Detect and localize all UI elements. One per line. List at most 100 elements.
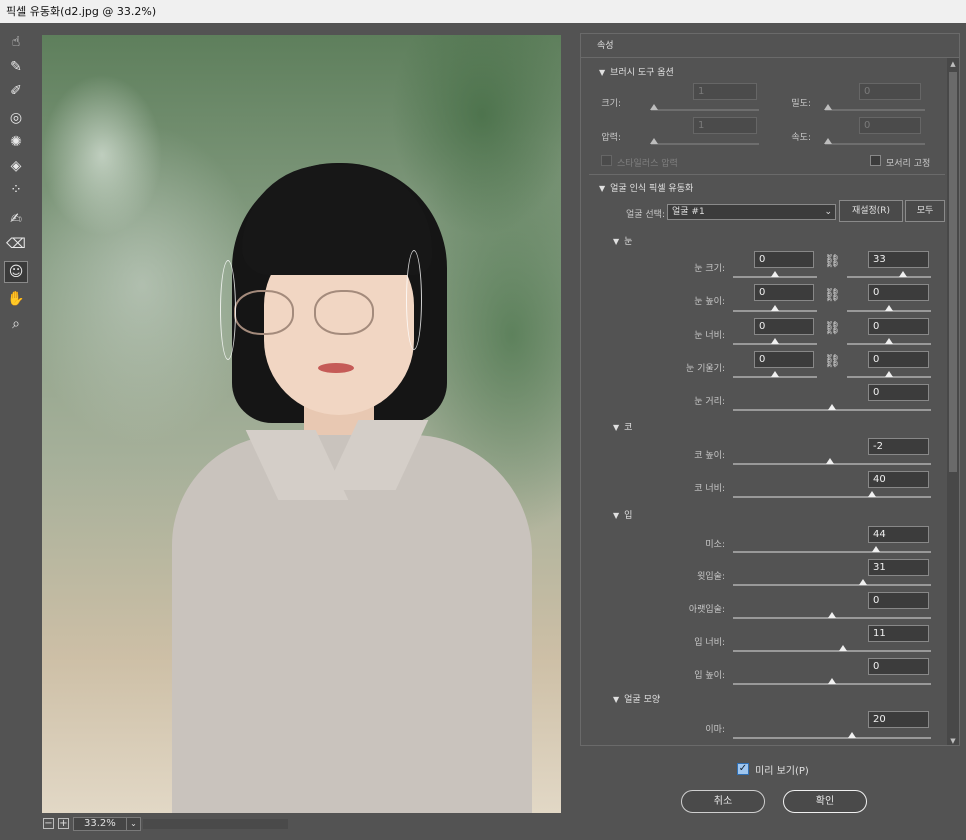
- brush-options-section[interactable]: ▼ 브러시 도구 옵션: [599, 65, 674, 78]
- eye-width-right-input[interactable]: 0: [868, 318, 929, 335]
- all-button[interactable]: 모두: [905, 200, 945, 222]
- nose-width-slider[interactable]: [733, 491, 931, 498]
- push-left-tool-icon[interactable]: ⁘: [4, 179, 28, 201]
- smile-slider[interactable]: [733, 546, 931, 553]
- eye-width-left-slider[interactable]: [733, 338, 817, 345]
- eye-tilt-right-input[interactable]: 0: [868, 351, 929, 368]
- slider-thumb[interactable]: [650, 138, 658, 144]
- smooth-tool-icon[interactable]: ✐: [4, 80, 28, 102]
- lower-lip-input[interactable]: 0: [868, 592, 929, 609]
- pin-edges-checkbox[interactable]: [870, 155, 881, 166]
- forward-warp-tool-icon[interactable]: ☝: [4, 31, 28, 53]
- eye-tilt-right-slider[interactable]: [847, 371, 931, 378]
- slider-thumb[interactable]: [872, 546, 880, 552]
- eye-size-right-input[interactable]: 33: [868, 251, 929, 268]
- face-shape-section[interactable]: ▼ 얼굴 모양: [613, 692, 660, 705]
- mouth-section[interactable]: ▼ 입: [613, 508, 632, 521]
- mouth-height-slider[interactable]: [733, 678, 931, 685]
- ok-button[interactable]: 확인: [783, 790, 867, 813]
- chevron-down-icon[interactable]: ⌄: [126, 817, 140, 831]
- eyes-section[interactable]: ▼ 눈: [613, 234, 632, 247]
- pucker-tool-icon[interactable]: ✺: [4, 131, 28, 153]
- face-guide-left[interactable]: [220, 260, 236, 360]
- slider-thumb[interactable]: [771, 305, 779, 311]
- brush-rate-slider[interactable]: [824, 138, 925, 145]
- eye-width-right-slider[interactable]: [847, 338, 931, 345]
- slider-thumb[interactable]: [885, 371, 893, 377]
- brush-size-input[interactable]: 1: [693, 83, 757, 100]
- horizontal-scrollbar[interactable]: [143, 819, 288, 829]
- slider-thumb[interactable]: [828, 612, 836, 618]
- slider-thumb[interactable]: [650, 104, 658, 110]
- eye-height-left-input[interactable]: 0: [754, 284, 814, 301]
- bloat-tool-icon[interactable]: ◈: [4, 155, 28, 177]
- mouth-width-input[interactable]: 11: [868, 625, 929, 642]
- slider-thumb[interactable]: [826, 458, 834, 464]
- zoom-out-button[interactable]: −: [43, 818, 54, 829]
- brush-pressure-slider[interactable]: [650, 138, 759, 145]
- reconstruct-tool-icon[interactable]: ✎: [4, 56, 28, 78]
- zoom-level-select[interactable]: 33.2% ⌄: [73, 817, 141, 831]
- face-select-dropdown[interactable]: 얼굴 #1 ⌄: [667, 204, 836, 220]
- eye-height-right-input[interactable]: 0: [868, 284, 929, 301]
- eye-size-right-slider[interactable]: [847, 271, 931, 278]
- upper-lip-slider[interactable]: [733, 579, 931, 586]
- brush-size-slider[interactable]: [650, 104, 759, 111]
- brush-pressure-input[interactable]: 1: [693, 117, 757, 134]
- slider-thumb[interactable]: [824, 104, 832, 110]
- scroll-up-icon[interactable]: ▲: [947, 58, 959, 70]
- eye-size-left-slider[interactable]: [733, 271, 817, 278]
- slider-thumb[interactable]: [859, 579, 867, 585]
- slider-thumb[interactable]: [885, 305, 893, 311]
- photo-preview[interactable]: [42, 35, 561, 813]
- eye-width-left-input[interactable]: 0: [754, 318, 814, 335]
- nose-height-input[interactable]: -2: [868, 438, 929, 455]
- slider-thumb[interactable]: [848, 732, 856, 738]
- lower-lip-slider[interactable]: [733, 612, 931, 619]
- face-tool-icon[interactable]: ☺: [4, 261, 28, 283]
- slider-thumb[interactable]: [899, 271, 907, 277]
- slider-thumb[interactable]: [824, 138, 832, 144]
- reset-button[interactable]: 재설정(R): [839, 200, 903, 222]
- eye-tilt-left-slider[interactable]: [733, 371, 817, 378]
- nose-height-slider[interactable]: [733, 458, 931, 465]
- eye-tilt-left-input[interactable]: 0: [754, 351, 814, 368]
- hand-tool-icon[interactable]: ✋: [4, 288, 28, 310]
- link-icon[interactable]: ⛓: [824, 288, 841, 303]
- face-aware-section[interactable]: ▼ 얼굴 인식 픽셀 유동화: [599, 181, 693, 194]
- slider-thumb[interactable]: [885, 338, 893, 344]
- mouth-width-slider[interactable]: [733, 645, 931, 652]
- preview-checkbox[interactable]: ✓: [737, 763, 749, 775]
- eye-distance-input[interactable]: 0: [868, 384, 929, 401]
- forehead-slider[interactable]: [733, 732, 931, 739]
- slider-thumb[interactable]: [771, 338, 779, 344]
- slider-thumb[interactable]: [771, 271, 779, 277]
- forehead-input[interactable]: 20: [868, 711, 929, 728]
- slider-thumb[interactable]: [771, 371, 779, 377]
- canvas-area[interactable]: [33, 23, 570, 813]
- freeze-mask-tool-icon[interactable]: ✍: [4, 208, 28, 230]
- zoom-in-button[interactable]: +: [58, 818, 69, 829]
- eye-height-right-slider[interactable]: [847, 305, 931, 312]
- cancel-button[interactable]: 취소: [681, 790, 765, 813]
- vertical-scrollbar[interactable]: ▲ ▼: [947, 58, 959, 745]
- thaw-mask-tool-icon[interactable]: ⌫: [4, 233, 28, 255]
- zoom-tool-icon[interactable]: ⌕: [4, 313, 28, 335]
- eye-height-left-slider[interactable]: [733, 305, 817, 312]
- scroll-down-icon[interactable]: ▼: [947, 735, 959, 745]
- mouth-height-input[interactable]: 0: [868, 658, 929, 675]
- brush-rate-input[interactable]: 0: [859, 117, 921, 134]
- stylus-pressure-checkbox[interactable]: [601, 155, 612, 166]
- slider-thumb[interactable]: [868, 491, 876, 497]
- brush-density-input[interactable]: 0: [859, 83, 921, 100]
- slider-thumb[interactable]: [828, 404, 836, 410]
- nose-section[interactable]: ▼ 코: [613, 420, 632, 433]
- eye-size-left-input[interactable]: 0: [754, 251, 814, 268]
- eye-distance-slider[interactable]: [733, 404, 931, 411]
- link-icon[interactable]: ⛓: [824, 321, 841, 336]
- link-icon[interactable]: ⛓: [824, 354, 841, 369]
- slider-thumb[interactable]: [828, 678, 836, 684]
- face-guide-right[interactable]: [406, 250, 422, 350]
- twirl-tool-icon[interactable]: ◎: [4, 107, 28, 129]
- link-icon[interactable]: ⛓: [824, 254, 841, 269]
